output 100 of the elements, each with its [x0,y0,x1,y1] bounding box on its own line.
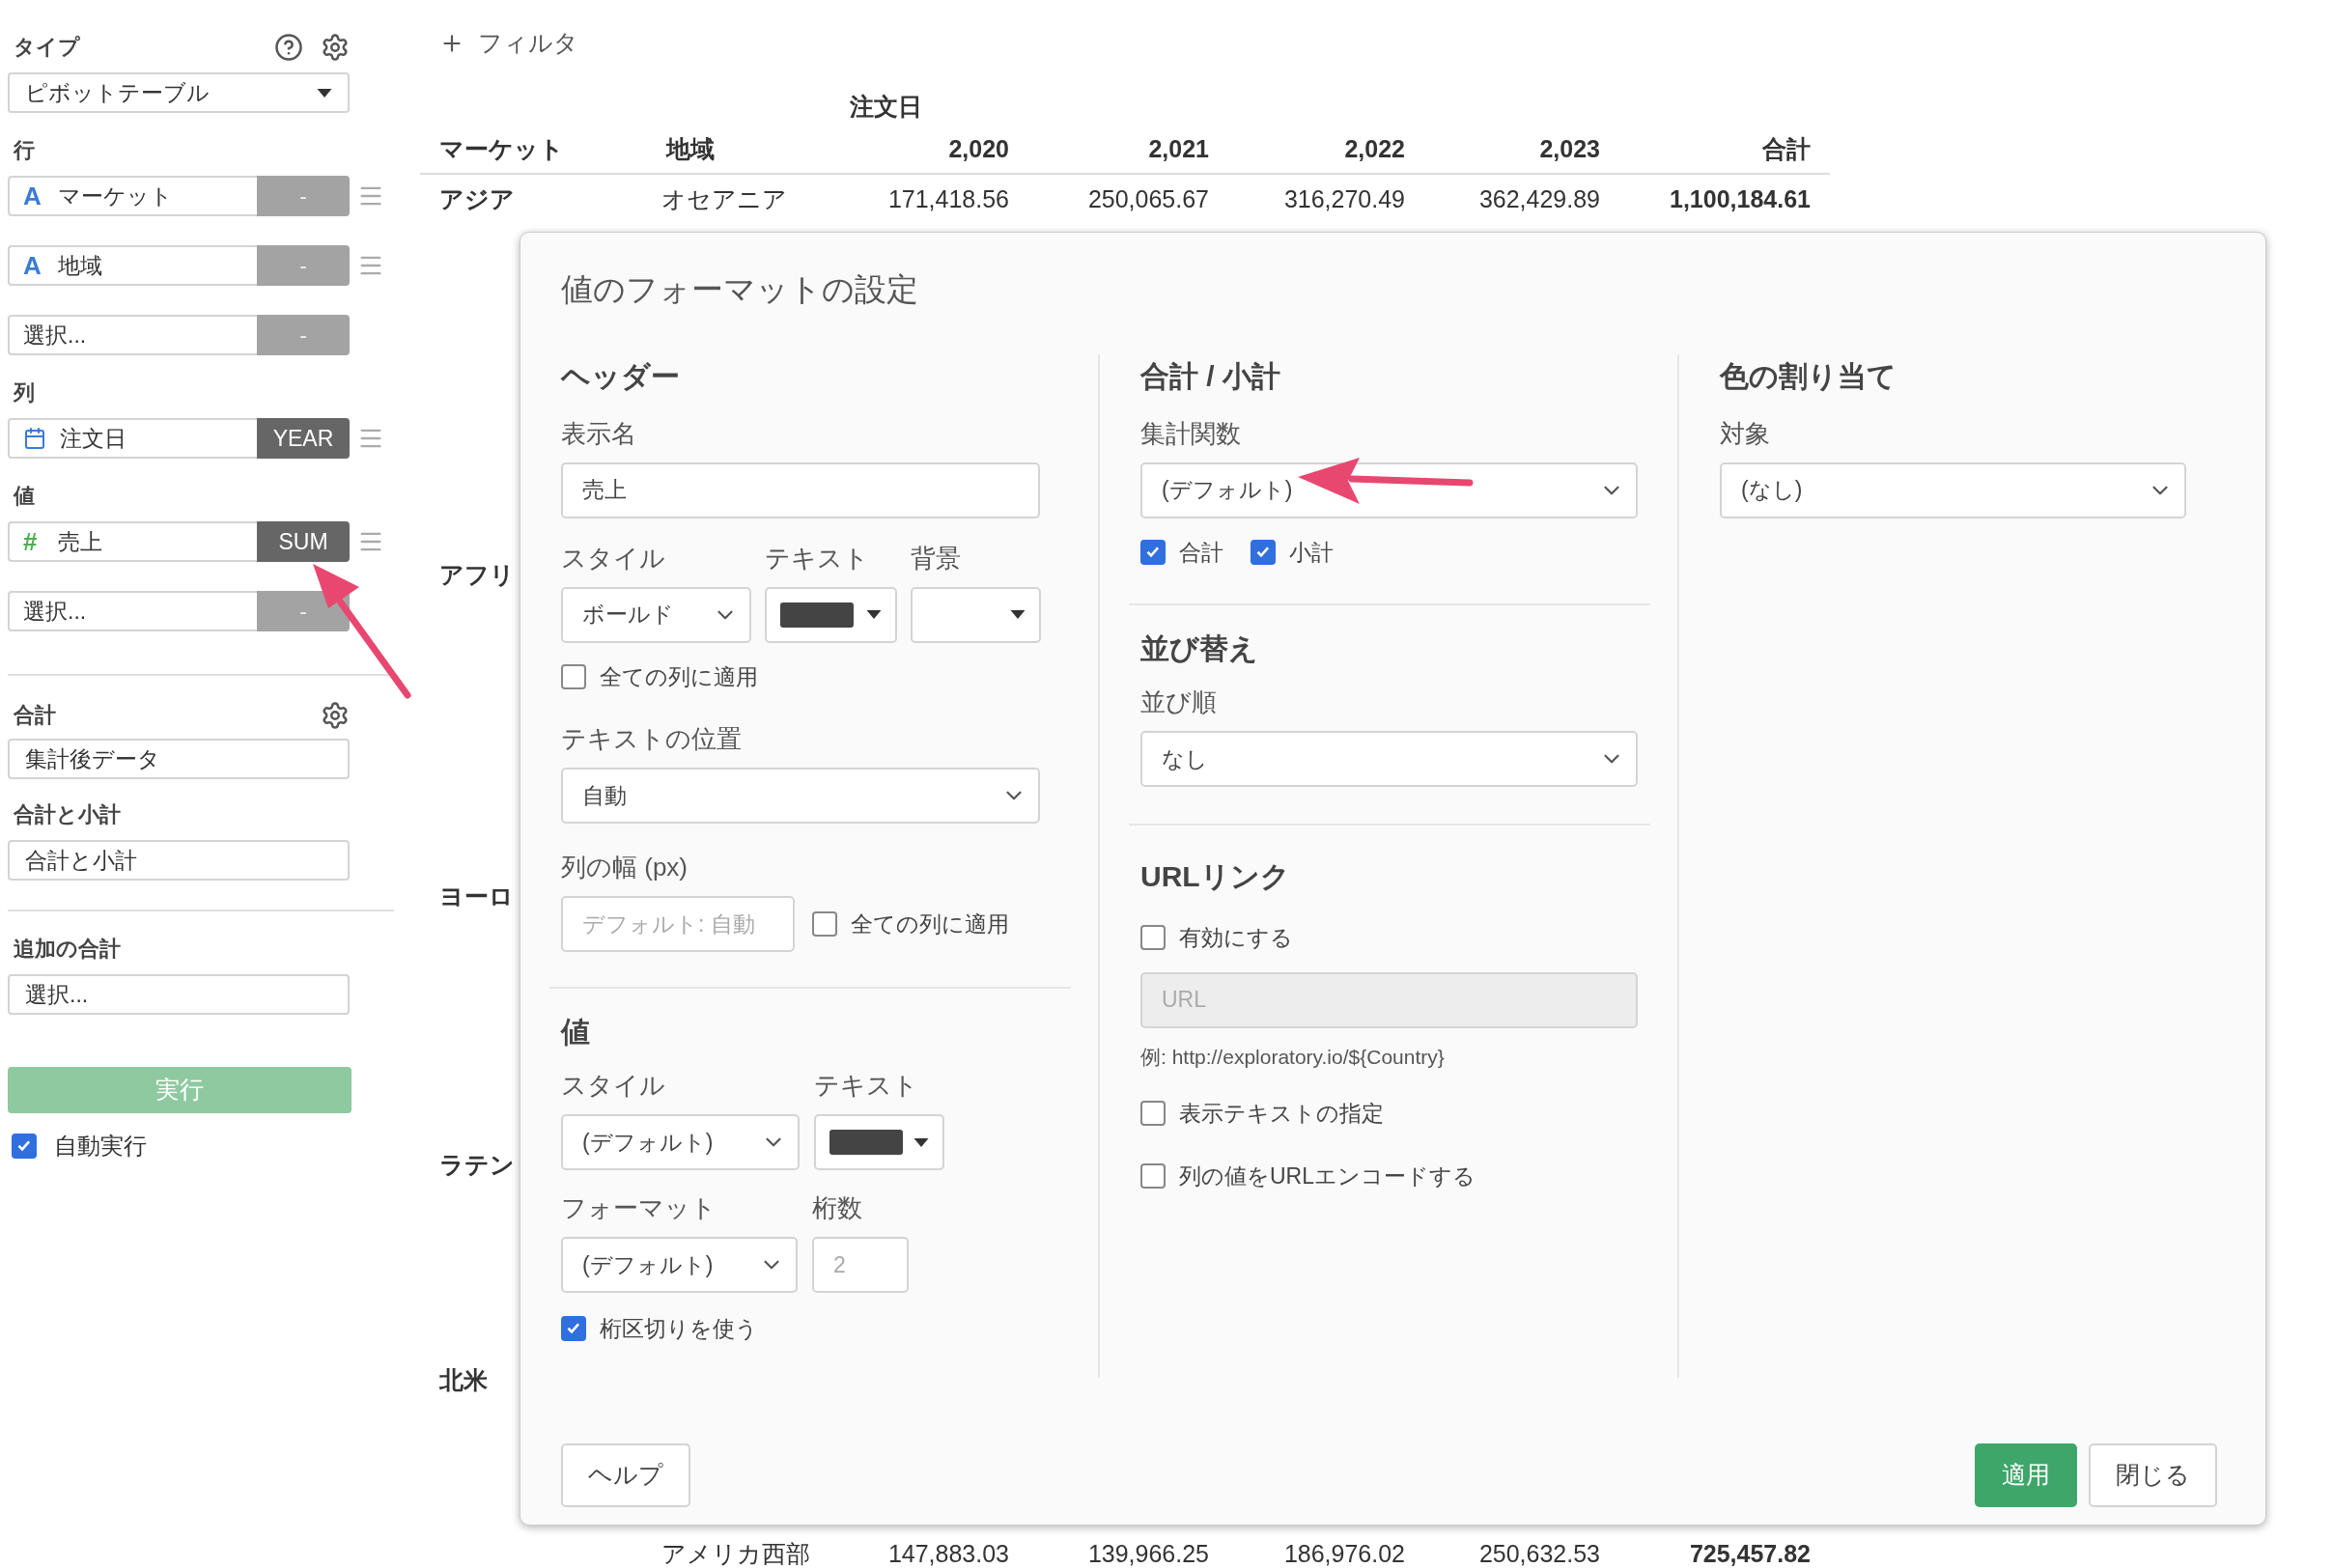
field-label: テキスト [814,1070,919,1102]
caret-down-icon [317,88,332,98]
checkbox[interactable] [1140,925,1166,951]
calendar-icon [23,427,46,450]
color-picker[interactable] [911,586,1041,643]
checkbox-label: 小計 [1289,538,1334,567]
caret-down-icon [1010,610,1026,619]
field-label: 集計関数 [1140,417,1242,450]
caret-down-icon [866,610,882,619]
field-label: テキストの位置 [561,723,743,755]
checkbox[interactable] [1140,1101,1166,1127]
table-cell: オセアニア [661,185,787,213]
field-selector[interactable]: 選択... [8,591,257,631]
field-selector[interactable]: A 地域 [8,245,257,286]
checkbox-label: 表示テキストの指定 [1179,1100,1384,1128]
input-field[interactable]: 合計と小計 [8,840,350,881]
checkbox-label: 桁区切りを使う [600,1315,758,1343]
select-dropdown[interactable]: (なし) [1720,462,2186,518]
section-label: タイプ [14,34,80,61]
type-select[interactable]: ピボットテーブル [8,72,350,113]
input-field[interactable]: 選択... [8,974,350,1015]
section-heading: 合計 / 小計 [1140,358,1281,394]
checkbox-label: 全ての列に適用 [600,662,758,691]
table-cell: アジア [439,185,515,213]
column-header[interactable]: 2,020 [850,130,1009,167]
field-selector[interactable]: A マーケット [8,176,257,216]
table-cell: ヨーロ [439,882,514,910]
checkbox[interactable] [1140,539,1166,565]
section-label: 値 [12,483,36,510]
select-dropdown[interactable]: (デフォルト) [561,1114,800,1170]
checkbox-label: 列の値をURLエンコードする [1179,1162,1476,1190]
checkbox[interactable] [1251,539,1276,565]
function-button[interactable]: SUM [257,521,350,562]
section-heading: 色の割り当て [1720,358,1897,394]
table-cell-text: 171,418.56 [886,184,1009,215]
field-label: 桁数 [812,1192,863,1224]
select-dropdown[interactable]: (デフォルト) [1140,462,1638,518]
color-picker[interactable] [765,586,897,643]
checkbox-label: 全ての列に適用 [851,910,1009,938]
checkbox[interactable] [561,1316,586,1342]
select-dropdown[interactable]: 自動 [561,768,1040,824]
section-label: 合計 [14,702,56,729]
settings-icon[interactable] [321,32,350,62]
dialog-button[interactable]: 閉じる [2089,1442,2217,1507]
table-cell-text: 250,632.53 [1477,1539,1600,1568]
column-header[interactable]: 地域 [666,130,850,167]
field-label: フォーマット [561,1192,717,1224]
color-picker[interactable] [814,1114,944,1170]
field-selector[interactable]: # 売上 [8,521,257,562]
table-cell-text: 1,100,184.61 [1669,184,1811,215]
checkbox[interactable] [812,911,837,937]
field-selector[interactable]: 注文日 [8,418,257,459]
column-header[interactable]: 2,023 [1405,130,1600,167]
table-cell-text: 362,429.89 [1477,184,1600,215]
table-cell-text: 139,966.25 [1086,1539,1209,1568]
text-type-icon: A [23,177,44,215]
settings-icon[interactable] [321,700,350,730]
checkbox[interactable] [561,663,586,689]
checkbox[interactable] [12,1134,37,1159]
section-heading: ヘッダー [561,358,681,394]
checkbox-label: 有効にする [1179,924,1293,952]
field-selector[interactable]: 選択... [8,315,257,355]
column-header[interactable]: マーケット [439,130,666,167]
column-header[interactable]: 2,021 [1009,130,1209,167]
section-heading: URLリンク [1140,859,1291,894]
select-dropdown[interactable]: ボールド [561,586,751,643]
dialog-title: 値のフォーマットの設定 [561,270,919,309]
section-heading: 値 [561,1015,591,1050]
input-field[interactable]: 集計後データ [8,739,350,779]
add-filter-button[interactable]: フィルタ [420,25,578,62]
select-dropdown[interactable]: なし [1140,731,1638,787]
input-field[interactable]: 売上 [561,462,1040,518]
help-button[interactable]: ヘルプ [561,1442,690,1507]
select-dropdown[interactable]: (デフォルト) [561,1237,798,1293]
table-cell: ラテン [439,1151,515,1179]
checkbox-label: 合計 [1179,538,1223,567]
table-cell-text: 186,976.02 [1282,1539,1405,1568]
function-button[interactable]: YEAR [257,418,350,459]
table-cell-text: 250,065.67 [1086,184,1209,215]
column-header[interactable]: 合計 [1600,130,1811,167]
checkbox[interactable] [1140,1162,1166,1189]
field-label: 対象 [1720,417,1771,450]
section-label: 追加の合計 [13,936,122,963]
caret-down-icon [914,1137,929,1147]
field-label: 背景 [911,542,962,574]
table-cell: アフリ [439,561,515,589]
table-cell: 北米 [439,1366,488,1394]
column-group-header: 注文日 [850,91,923,122]
section-label: 合計と小計 [13,801,122,828]
section-label: 行 [12,137,36,164]
field-label: 表示名 [561,417,637,450]
text-type-icon: A [23,246,44,285]
table-cell-text: 147,883.03 [886,1539,1009,1568]
number-type-icon: # [23,522,44,561]
help-icon[interactable] [274,32,303,62]
field-label: スタイル [561,1070,666,1102]
table-cell-text: 725,457.82 [1688,1539,1811,1568]
section-heading: 並び替え [1140,631,1259,666]
column-header[interactable]: 2,022 [1209,130,1405,167]
table-cell-text: 316,270.49 [1282,184,1405,215]
